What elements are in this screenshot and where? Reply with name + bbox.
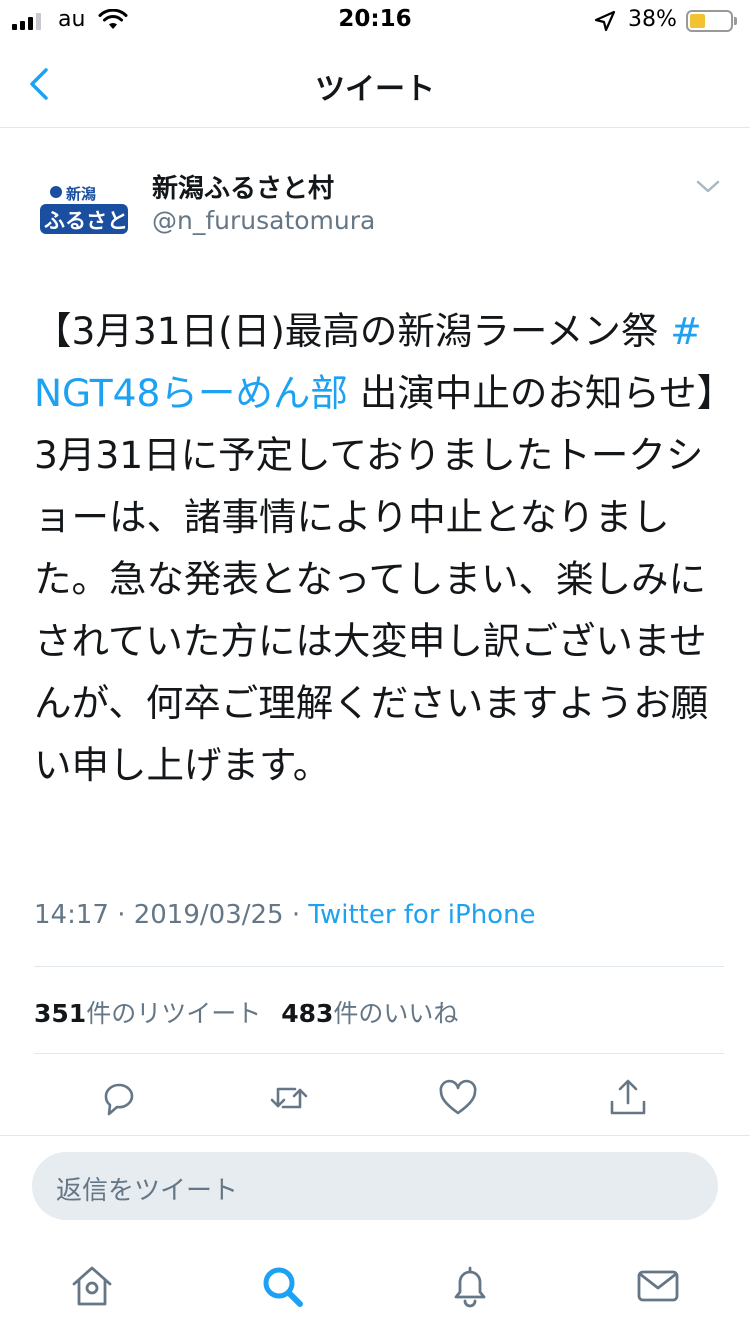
nav-header: ツイート	[0, 40, 750, 128]
tweet-timestamp: 14:17 · 2019/03/25 ·	[34, 900, 301, 930]
author-display-name[interactable]: 新潟ふるさと村	[152, 168, 334, 205]
like-button[interactable]	[436, 1076, 480, 1120]
messages-icon	[637, 1270, 679, 1302]
like-count: 483	[281, 999, 334, 1028]
tweet-meta: 14:17 · 2019/03/25 · Twitter for iPhone	[34, 900, 536, 930]
battery-percent: 38%	[628, 7, 677, 32]
retweet-label: 件のリツイート	[86, 999, 262, 1028]
page-title: ツイート	[315, 72, 435, 107]
divider	[0, 1135, 750, 1136]
home-icon	[72, 1266, 112, 1306]
retweet-count: 351	[34, 999, 87, 1028]
tweet-stats: 351件のリツイート 483件のいいね	[34, 994, 458, 1030]
chevron-down-icon	[696, 180, 720, 193]
retweet-button[interactable]	[267, 1076, 311, 1120]
tab-search[interactable]	[258, 1262, 306, 1310]
notifications-icon	[454, 1266, 486, 1308]
retweet-icon	[270, 1087, 308, 1109]
tweet-source-link[interactable]: Twitter for iPhone	[308, 900, 535, 930]
location-arrow-icon	[594, 10, 616, 38]
divider	[34, 966, 724, 967]
tweet-detail-screen: au 20:16 38% ツイート 新潟 ふるさと 新潟ふるさと村 @n_fur…	[0, 0, 750, 1334]
search-icon	[263, 1267, 303, 1307]
tab-messages[interactable]	[634, 1262, 682, 1310]
share-icon	[610, 1079, 646, 1115]
battery-icon	[686, 10, 737, 32]
tweet-text-part: 出演中止のお知らせ】3月31日に予定しておりましたトークショーは、諸事情により中…	[34, 371, 716, 787]
tab-notifications[interactable]	[446, 1262, 494, 1310]
reply-input[interactable]: 返信をツイート	[32, 1152, 718, 1220]
battery-level-fill	[690, 14, 705, 28]
reply-placeholder: 返信をツイート	[56, 1176, 239, 1206]
avatar[interactable]: 新潟 ふるさと村	[34, 166, 134, 266]
tweet-options-button[interactable]	[694, 176, 722, 198]
divider	[34, 1053, 724, 1054]
reply-button[interactable]	[97, 1076, 141, 1120]
like-icon	[439, 1079, 477, 1115]
like-label: 件のいいね	[333, 999, 459, 1028]
status-bar: au 20:16 38%	[0, 0, 750, 40]
battery-nub	[734, 17, 737, 25]
author-handle[interactable]: @n_furusatomura	[152, 206, 375, 235]
svg-text:新潟: 新潟	[66, 185, 96, 203]
share-button[interactable]	[606, 1076, 650, 1120]
retweet-stat[interactable]: 351件のリツイート	[34, 999, 261, 1028]
tab-home[interactable]	[68, 1262, 116, 1310]
tweet-text: 【3月31日(日)最高の新潟ラーメン祭 #NGT48らーめん部 出演中止のお知ら…	[34, 300, 724, 796]
like-stat[interactable]: 483件のいいね	[281, 999, 458, 1028]
reply-icon	[104, 1083, 134, 1116]
svg-text:ふるさと村: ふるさと村	[44, 209, 134, 233]
tweet-text-part: 【3月31日(日)最高の新潟ラーメン祭	[34, 309, 671, 353]
furusatomura-logo: 新潟 ふるさと村	[34, 166, 134, 266]
